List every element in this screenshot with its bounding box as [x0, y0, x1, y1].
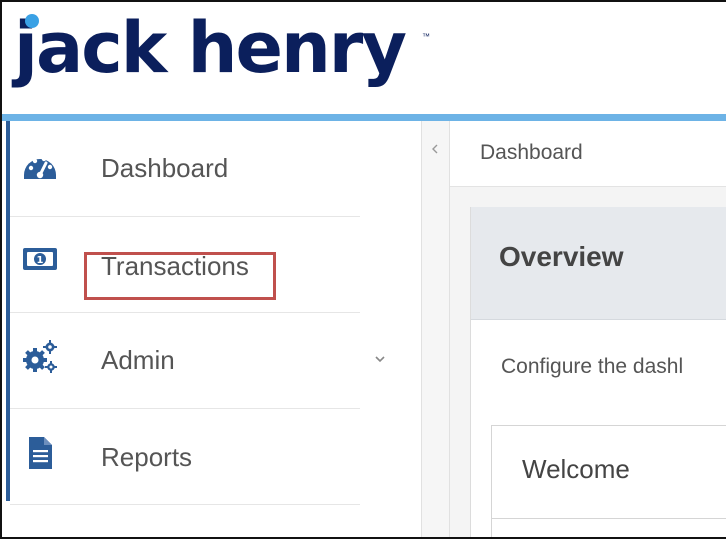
chevron-left-icon[interactable] [429, 143, 441, 155]
overview-card: Overview Configure the dashl Welcome [470, 207, 726, 537]
breadcrumb[interactable]: Dashboard [480, 141, 583, 165]
money-bill-icon: 1 [23, 248, 57, 270]
sidebar-item-admin[interactable]: Admin [10, 313, 385, 409]
gears-icon [23, 340, 57, 373]
chevron-down-icon[interactable] [374, 353, 386, 365]
sidebar-collapse-toggle[interactable] [422, 121, 450, 537]
overview-description: Configure the dashl [501, 355, 684, 378]
main-content: Dashboard Overview Configure the dashl W… [450, 121, 726, 537]
welcome-widget: Welcome [491, 425, 726, 537]
sidebar-item-label: Reports [101, 442, 193, 472]
dashboard-gauge-icon [24, 156, 56, 179]
sidebar-item-label: Dashboard [101, 153, 229, 183]
welcome-title: Welcome [522, 454, 630, 484]
logo-dot-icon [25, 14, 39, 28]
sidebar-item-reports[interactable]: Reports [10, 409, 360, 505]
brand-logo[interactable]: jack henry [14, 2, 407, 94]
app-header: jack henry ™ [2, 2, 726, 114]
brand-logo-text: jack henry [14, 7, 407, 89]
svg-text:1: 1 [37, 255, 44, 266]
welcome-divider [492, 518, 726, 519]
document-icon [29, 437, 52, 469]
sidebar-item-label: Admin [101, 345, 175, 375]
overview-title: Overview [499, 241, 624, 272]
trademark-mark: ™ [422, 32, 430, 41]
breadcrumb-bar: Dashboard [450, 121, 726, 187]
header-accent-bar [2, 114, 726, 121]
sidebar-item-dashboard[interactable]: Dashboard [10, 121, 360, 217]
transactions-highlight-box [84, 252, 276, 300]
overview-card-header: Overview [471, 207, 726, 320]
